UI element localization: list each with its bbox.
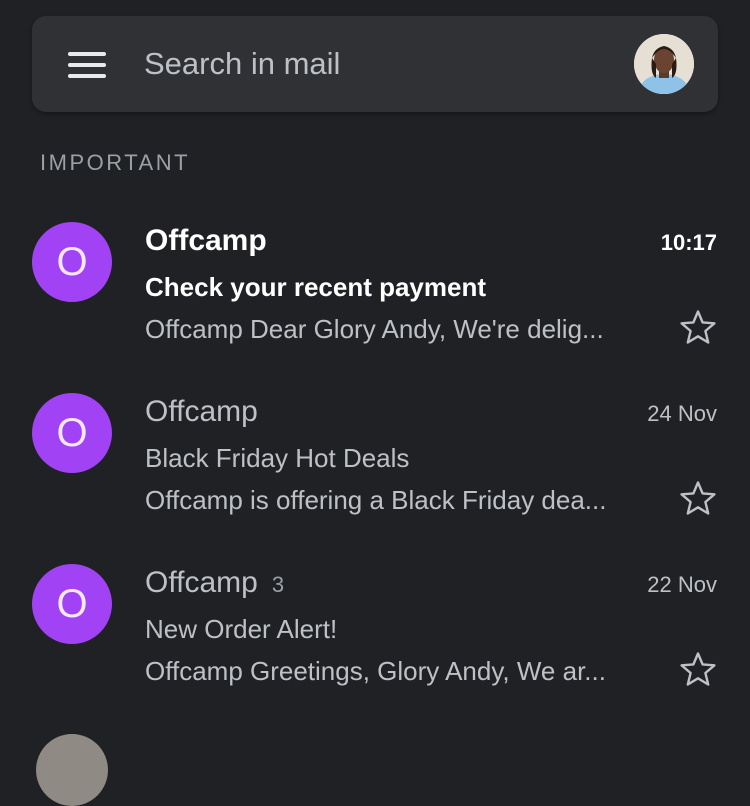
sender-name-text: Offcamp (145, 566, 258, 599)
email-snippet: Offcamp Greetings, Glory Andy, We ar... (145, 656, 606, 686)
email-snippet: Offcamp is offering a Black Friday dea..… (145, 485, 607, 515)
email-time: 10:17 (660, 230, 717, 255)
account-avatar[interactable] (634, 34, 694, 94)
sender-avatar[interactable]: O (32, 222, 112, 302)
sender-avatar[interactable]: O (32, 564, 112, 644)
email-item[interactable]: O Offcamp 24 Nov Black Friday Hot Deals Offc… (0, 393, 750, 563)
sender-name: Offcamp 3 (145, 566, 284, 600)
sender-avatar[interactable]: O (32, 393, 112, 473)
email-subject: New Order Alert! (145, 614, 338, 644)
search-input[interactable] (144, 40, 584, 88)
profile-photo (634, 34, 694, 94)
email-item[interactable]: O Offcamp 3 22 Nov New Order Alert! Offcamp G… (0, 564, 750, 734)
email-subject: Check your recent payment (145, 272, 487, 302)
thread-count: 3 (271, 572, 285, 597)
star-icon[interactable] (678, 650, 718, 690)
section-label-important: IMPORTANT (40, 150, 191, 175)
sender-avatar-partial (36, 734, 108, 806)
email-subject: Black Friday Hot Deals (145, 443, 410, 473)
hamburger-menu-icon[interactable] (68, 52, 106, 78)
sender-name-text: Offcamp (145, 395, 258, 428)
email-time: 22 Nov (647, 572, 717, 597)
star-icon[interactable] (678, 308, 718, 348)
email-item[interactable]: O Offcamp 10:17 Check your recent payment Of… (0, 222, 750, 392)
sender-name: Offcamp (145, 395, 258, 429)
search-bar[interactable] (32, 16, 718, 112)
email-snippet: Offcamp Dear Glory Andy, We're delig... (145, 314, 604, 344)
sender-name: Offcamp (145, 224, 267, 258)
sender-name-text: Offcamp (145, 224, 267, 257)
email-time: 24 Nov (647, 401, 717, 426)
star-icon[interactable] (678, 479, 718, 519)
